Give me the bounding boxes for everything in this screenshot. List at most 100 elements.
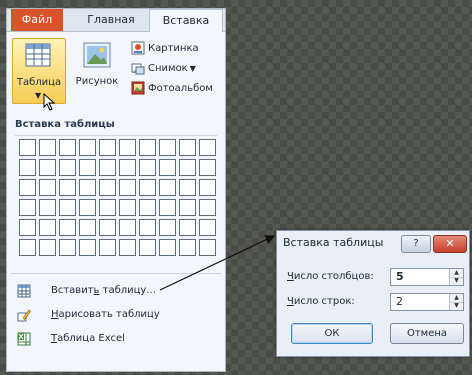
grid-cell[interactable] (39, 199, 56, 216)
grid-cell[interactable] (59, 199, 76, 216)
grid-cell[interactable] (119, 159, 136, 176)
grid-cell[interactable] (159, 239, 176, 256)
label-part: исло строк: (293, 296, 355, 307)
grid-cell[interactable] (199, 239, 216, 256)
clipart-button[interactable]: Картинка (131, 40, 199, 58)
grid-cell[interactable] (39, 219, 56, 236)
tab-home[interactable]: Главная (75, 9, 147, 31)
grid-cell[interactable] (159, 139, 176, 156)
grid-cell[interactable] (159, 219, 176, 236)
label-part: арисовать таблицу (58, 309, 160, 320)
rows-spinner-arrows: ▲ ▼ (449, 294, 463, 310)
chevron-down-icon[interactable]: ▼ (190, 64, 196, 73)
grid-cell[interactable] (159, 159, 176, 176)
rows-spinner[interactable]: 2 ▲ ▼ (390, 293, 464, 311)
grid-cell[interactable] (39, 159, 56, 176)
photo-album-button[interactable]: Фотоальбом (131, 80, 213, 98)
grid-cell[interactable] (19, 179, 36, 196)
grid-cell[interactable] (79, 159, 96, 176)
grid-cell[interactable] (79, 199, 96, 216)
rows-value[interactable]: 2 (396, 295, 403, 308)
grid-cell[interactable] (79, 179, 96, 196)
grid-cell[interactable] (19, 219, 36, 236)
grid-cell[interactable] (199, 219, 216, 236)
menu-divider (11, 273, 221, 274)
columns-value[interactable]: 5 (396, 270, 404, 283)
grid-cell[interactable] (179, 179, 196, 196)
label-part: исло столбцов: (293, 271, 374, 282)
grid-cell[interactable] (159, 179, 176, 196)
grid-cell[interactable] (99, 139, 116, 156)
photo-album-icon (131, 81, 145, 95)
excel-table-icon (17, 332, 31, 346)
grid-cell[interactable] (199, 139, 216, 156)
grid-cell[interactable] (79, 239, 96, 256)
spin-down-icon[interactable]: ▼ (450, 302, 463, 310)
grid-cell[interactable] (159, 199, 176, 216)
grid-cell[interactable] (59, 179, 76, 196)
tab-insert[interactable]: Вставка (149, 9, 223, 32)
table-size-grid[interactable] (19, 139, 216, 256)
insert-table-icon (17, 284, 31, 298)
grid-cell[interactable] (179, 219, 196, 236)
cancel-button[interactable]: Отмена (390, 323, 464, 344)
grid-cell[interactable] (139, 159, 156, 176)
tab-file[interactable]: Файл (11, 9, 63, 31)
grid-cell[interactable] (99, 159, 116, 176)
menu-draw-table[interactable]: Нарисовать таблицу (11, 303, 221, 327)
grid-cell[interactable] (19, 139, 36, 156)
insert-ribbon-panel: Файл Главная Вставка Таблица ▼ Рисунок К… (6, 8, 226, 372)
grid-cell[interactable] (119, 219, 136, 236)
picture-button-label: Рисунок (75, 76, 119, 87)
grid-cell[interactable] (59, 159, 76, 176)
snapshot-button[interactable]: Снимок ▼ (131, 60, 196, 78)
ok-button[interactable]: ОК (291, 323, 373, 344)
grid-cell[interactable] (59, 219, 76, 236)
grid-cell[interactable] (119, 139, 136, 156)
grid-cell[interactable] (199, 199, 216, 216)
grid-cell[interactable] (19, 199, 36, 216)
menu-insert-table[interactable]: Вставить таблицу... (11, 279, 221, 303)
grid-cell[interactable] (99, 239, 116, 256)
grid-cell[interactable] (199, 179, 216, 196)
picture-icon (83, 42, 111, 68)
grid-cell[interactable] (19, 159, 36, 176)
columns-spinner[interactable]: 5 ▲ ▼ (390, 268, 464, 286)
grid-cell[interactable] (59, 139, 76, 156)
insert-table-dialog: Вставка таблицы ? ✕ Число столбцов: 5 ▲ … (276, 230, 470, 357)
grid-cell[interactable] (99, 179, 116, 196)
grid-cell[interactable] (39, 139, 56, 156)
grid-cell[interactable] (139, 199, 156, 216)
menu-excel-table[interactable]: Таблица Excel (11, 327, 221, 351)
grid-cell[interactable] (139, 219, 156, 236)
snapshot-icon (131, 63, 145, 75)
table-button[interactable]: Таблица ▼ (12, 38, 66, 111)
grid-cell[interactable] (79, 219, 96, 236)
grid-cell[interactable] (39, 239, 56, 256)
grid-cell[interactable] (179, 139, 196, 156)
columns-label: Число столбцов: (287, 271, 374, 282)
grid-cell[interactable] (59, 239, 76, 256)
grid-cell[interactable] (19, 239, 36, 256)
spin-down-icon[interactable]: ▼ (450, 277, 463, 285)
grid-cell[interactable] (79, 139, 96, 156)
grid-cell[interactable] (139, 179, 156, 196)
grid-cell[interactable] (179, 199, 196, 216)
tables-illustrations-group: Таблица ▼ Рисунок Картинка Снимок ▼ Фото… (7, 32, 225, 114)
grid-cell[interactable] (119, 239, 136, 256)
grid-cell[interactable] (39, 179, 56, 196)
close-button[interactable]: ✕ (433, 235, 467, 253)
grid-cell[interactable] (119, 179, 136, 196)
grid-cell[interactable] (99, 199, 116, 216)
grid-cell[interactable] (199, 159, 216, 176)
grid-cell[interactable] (119, 199, 136, 216)
grid-cell[interactable] (139, 239, 156, 256)
picture-button[interactable]: Рисунок (71, 38, 123, 102)
help-button[interactable]: ? (401, 235, 431, 253)
grid-cell[interactable] (179, 159, 196, 176)
label-part: аблица Excel (57, 333, 125, 344)
grid-cell[interactable] (139, 139, 156, 156)
grid-cell[interactable] (99, 219, 116, 236)
grid-cell[interactable] (179, 239, 196, 256)
chevron-down-icon: ▼ (35, 91, 42, 100)
